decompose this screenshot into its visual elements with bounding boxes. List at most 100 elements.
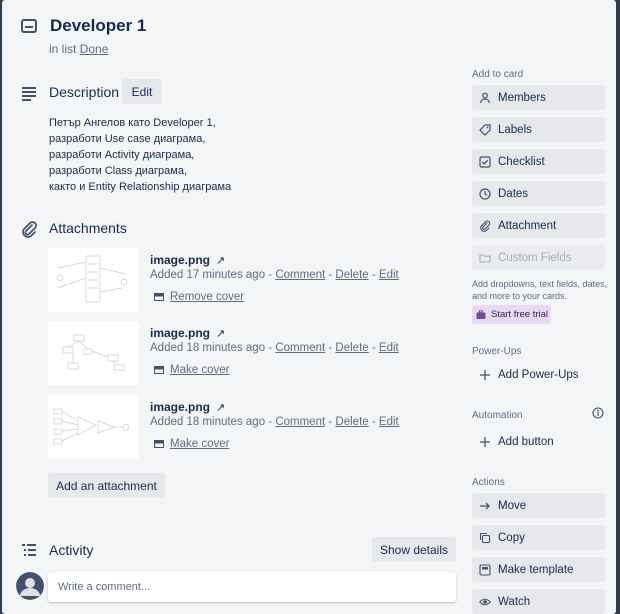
description-edit-button[interactable]: Edit xyxy=(122,79,162,104)
custom-fields-button[interactable]: Custom Fields xyxy=(472,245,605,270)
checklist-icon xyxy=(479,155,491,168)
card-cover-icon xyxy=(154,293,164,301)
attachment-meta: Added 18 minutes ago - Comment - Delete … xyxy=(150,342,399,354)
attachment-thumbnail[interactable] xyxy=(48,248,139,312)
description-text[interactable]: Петър Ангелов като Developer 1, разработ… xyxy=(49,115,231,195)
external-link-icon[interactable]: ↗ xyxy=(216,402,225,414)
card-title[interactable]: Developer 1 xyxy=(50,16,146,36)
separator: - xyxy=(328,416,333,428)
card-detail-window: Developer 1 in list Done Description Edi… xyxy=(2,0,616,614)
copy-icon xyxy=(479,532,491,543)
comment-input[interactable]: Write a comment... xyxy=(48,572,456,602)
attachments-heading: Attachments xyxy=(49,220,127,236)
attachment-comment-link[interactable]: Comment xyxy=(275,416,325,428)
attachment-name[interactable]: image.png ↗ xyxy=(150,326,225,340)
attachment-button[interactable]: Attachment xyxy=(472,213,605,238)
briefcase-icon xyxy=(476,309,486,319)
in-list-label: in list Done xyxy=(49,42,108,56)
attachment-edit-link[interactable]: Edit xyxy=(379,269,399,281)
external-link-icon[interactable]: ↗ xyxy=(216,328,225,340)
checklist-button[interactable]: Checklist xyxy=(472,149,605,174)
activity-heading: Activity xyxy=(49,542,94,558)
attachment-edit-link[interactable]: Edit xyxy=(379,342,399,354)
attachment-item: image.png ↗ Added 17 minutes ago - Commen… xyxy=(48,248,448,312)
attachment-meta: Added 17 minutes ago - Comment - Delete … xyxy=(150,269,399,281)
attachment-thumbnail[interactable] xyxy=(48,395,139,459)
attachment-delete-link[interactable]: Delete xyxy=(335,269,368,281)
copy-label: Copy xyxy=(498,531,525,544)
cover-toggle[interactable]: Make cover xyxy=(154,364,229,376)
cover-toggle[interactable]: Remove cover xyxy=(154,291,244,303)
attachment-name[interactable]: image.png ↗ xyxy=(150,253,225,267)
activity-icon xyxy=(22,544,36,556)
list-link[interactable]: Done xyxy=(80,42,109,56)
members-button[interactable]: Members xyxy=(472,85,605,110)
arrow-right-icon xyxy=(480,502,490,509)
description-line: разработи Activity диаграма, xyxy=(49,149,195,161)
description-heading: Description xyxy=(49,84,120,100)
separator: - xyxy=(328,342,333,354)
attachment-filename: image.png xyxy=(150,400,211,414)
add-attachment-button[interactable]: Add an attachment xyxy=(48,473,165,498)
attachment-added: Added 18 minutes ago - xyxy=(150,416,273,428)
card-cover-icon xyxy=(154,366,164,374)
attachment-thumbnail[interactable] xyxy=(48,321,139,385)
attachment-edit-link[interactable]: Edit xyxy=(379,416,399,428)
attachment-filename: image.png xyxy=(150,253,211,267)
diagram-thumbnail-icon xyxy=(56,255,128,303)
add-power-ups-button[interactable]: Add Power-Ups xyxy=(472,362,605,387)
watch-button[interactable]: Watch xyxy=(472,589,605,614)
attachment-comment-link[interactable]: Comment xyxy=(275,269,325,281)
show-details-button[interactable]: Show details xyxy=(372,537,456,562)
make-cover-link[interactable]: Make cover xyxy=(170,364,229,376)
make-template-label: Make template xyxy=(498,563,574,576)
eye-icon xyxy=(479,598,491,605)
external-link-icon[interactable]: ↗ xyxy=(216,255,225,267)
separator: - xyxy=(328,269,333,281)
info-icon[interactable] xyxy=(592,407,604,419)
dates-button[interactable]: Dates xyxy=(472,181,605,206)
add-to-card-heading: Add to card xyxy=(472,69,524,80)
avatar[interactable] xyxy=(16,572,44,600)
add-button-label: Add button xyxy=(498,435,554,448)
dates-label: Dates xyxy=(498,187,529,200)
labels-button[interactable]: Labels xyxy=(472,117,605,142)
plus-icon xyxy=(480,436,490,447)
template-icon xyxy=(479,563,491,576)
members-label: Members xyxy=(498,91,546,104)
person-icon xyxy=(479,92,491,103)
attachment-added: Added 17 minutes ago - xyxy=(150,269,273,281)
description-line: разработи Class диаграма, xyxy=(49,165,188,177)
cover-toggle[interactable]: Make cover xyxy=(154,438,229,450)
description-icon xyxy=(22,87,36,101)
attachment-delete-link[interactable]: Delete xyxy=(335,342,368,354)
in-list-prefix: in list xyxy=(49,42,77,56)
add-button-button[interactable]: Add button xyxy=(472,429,605,454)
move-button[interactable]: Move xyxy=(472,493,605,518)
move-label: Move xyxy=(498,499,527,512)
user-avatar-icon xyxy=(16,572,44,600)
labels-label: Labels xyxy=(498,123,532,136)
make-cover-link[interactable]: Make cover xyxy=(170,438,229,450)
start-free-trial-button[interactable]: Start free trial xyxy=(472,305,551,324)
description-line: както и Entity Relationship диаграма xyxy=(49,181,232,193)
actions-heading: Actions xyxy=(472,477,505,488)
tag-icon xyxy=(479,123,491,136)
attachment-filename: image.png xyxy=(150,326,211,340)
remove-cover-link[interactable]: Remove cover xyxy=(170,291,244,303)
card-header: Developer 1 xyxy=(20,16,146,36)
attachment-added: Added 18 minutes ago - xyxy=(150,342,273,354)
copy-button[interactable]: Copy xyxy=(472,525,605,550)
attachment-meta: Added 18 minutes ago - Comment - Delete … xyxy=(150,416,399,428)
attachment-delete-link[interactable]: Delete xyxy=(335,416,368,428)
attachment-comment-link[interactable]: Comment xyxy=(275,342,325,354)
clock-icon xyxy=(479,187,491,200)
add-power-ups-label: Add Power-Ups xyxy=(498,368,579,381)
description-line: разработи Use case диаграма, xyxy=(49,133,206,145)
custom-fields-note: Add dropdowns, text fields, dates, and m… xyxy=(472,279,608,301)
make-template-button[interactable]: Make template xyxy=(472,557,605,582)
attachment-item: image.png ↗ Added 18 minutes ago - Commen… xyxy=(48,395,448,459)
folder-icon xyxy=(479,253,491,263)
attachment-name[interactable]: image.png ↗ xyxy=(150,400,225,414)
attachment-label: Attachment xyxy=(498,219,557,232)
